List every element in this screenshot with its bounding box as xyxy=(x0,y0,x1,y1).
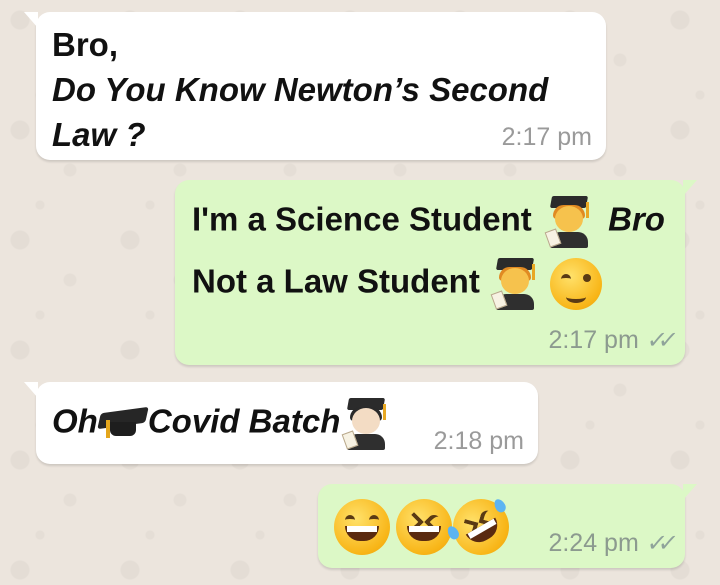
message-timestamp: 2:18 pm xyxy=(433,427,524,455)
emoji-row xyxy=(334,488,520,566)
double-check-icon: ✓✓ xyxy=(644,530,671,557)
incoming-message-bubble[interactable]: Bro, Do You Know Newton’s Second Law ? 2… xyxy=(24,12,606,160)
message-text: Not a Law Student xyxy=(192,262,480,300)
message-timestamp: 2:24 pm xyxy=(548,529,639,557)
outgoing-message-bubble[interactable]: 2:24 pm ✓✓ xyxy=(318,484,697,568)
message-line: I'm a Science Student Bro xyxy=(192,196,665,248)
rolling-on-floor-laughing-icon xyxy=(442,488,520,566)
message-meta: 2:17 pm ✓✓ xyxy=(548,326,671,355)
message-text: Bro, Do You Know Newton’s Second Law ? xyxy=(52,22,548,157)
woman-student-icon xyxy=(544,196,591,248)
graduation-cap-icon xyxy=(97,406,149,442)
message-line: Oh Covid Batch xyxy=(52,398,388,450)
message-meta: 2:24 pm ✓✓ xyxy=(548,529,671,558)
student-icon xyxy=(341,398,388,450)
message-line: Not a Law Student xyxy=(192,258,603,310)
outgoing-message-bubble[interactable]: I'm a Science Student Bro Not a Law Stud… xyxy=(175,180,697,365)
message-text: Oh xyxy=(52,402,98,440)
message-line: Do You Know Newton’s Second xyxy=(52,71,549,108)
message-timestamp: 2:17 pm xyxy=(548,326,639,354)
incoming-message-bubble[interactable]: Oh Covid Batch 2:18 pm xyxy=(24,382,538,464)
message-line: Bro, xyxy=(52,26,118,63)
woman-student-icon xyxy=(490,258,537,310)
message-text: Covid Batch xyxy=(147,402,341,440)
message-timestamp: 2:17 pm xyxy=(501,123,592,151)
grinning-face-icon xyxy=(334,499,390,555)
message-text: I'm a Science Student xyxy=(192,200,532,238)
winking-face-icon xyxy=(550,258,603,310)
message-line: Law ? xyxy=(52,116,146,153)
laughing-face-icon xyxy=(396,499,453,555)
double-check-icon: ✓✓ xyxy=(644,327,671,354)
message-text: Bro xyxy=(608,200,665,238)
